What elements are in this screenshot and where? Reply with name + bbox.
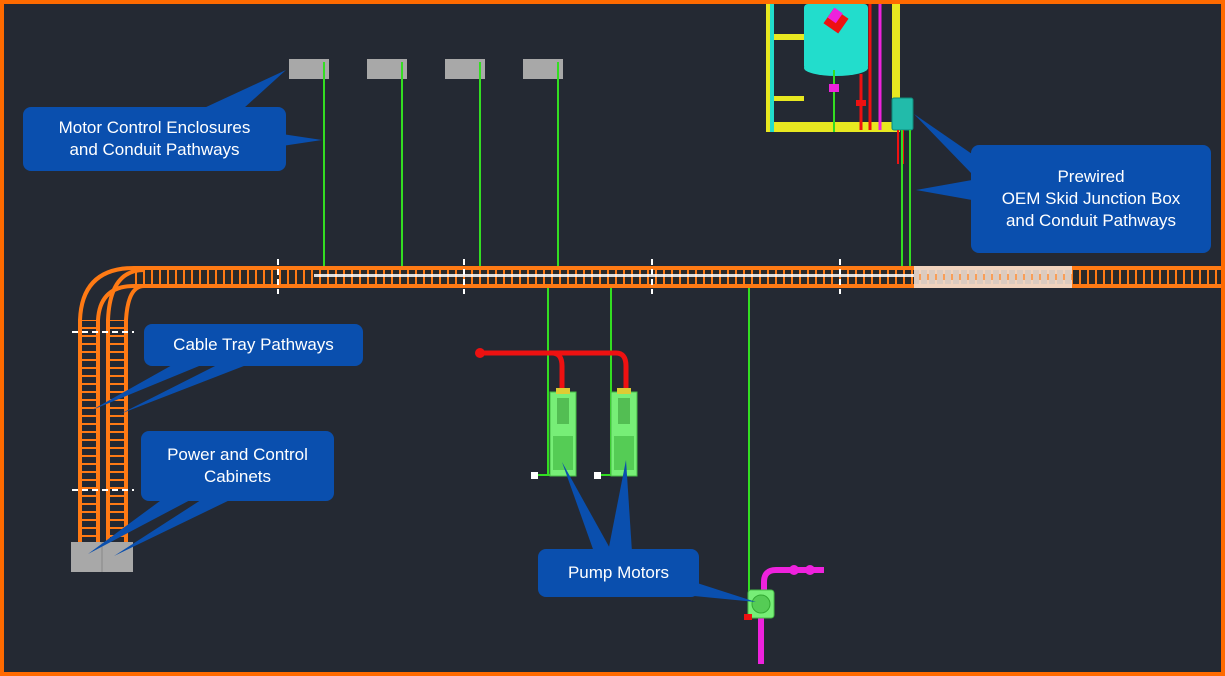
callout-motor-control: Motor Control Enclosures and Conduit Pat… xyxy=(23,107,286,171)
callout-oem-skid: Prewired OEM Skid Junction Box and Condu… xyxy=(971,145,1211,253)
callout-oem-skid-line-1: Prewired xyxy=(1057,167,1125,186)
callout-oem-skid-line-2: OEM Skid Junction Box xyxy=(1001,189,1181,208)
skid-junction-box xyxy=(891,97,914,131)
callout-cable-tray-line-1: Cable Tray Pathways xyxy=(173,335,334,354)
red-piping xyxy=(475,348,629,394)
callout-oem-skid-line-3: and Conduit Pathways xyxy=(1005,211,1177,230)
oem-skid xyxy=(766,4,914,274)
callout-pump-motors-line-1: Pump Motors xyxy=(567,563,670,582)
pump-motor-2 xyxy=(610,388,638,477)
cable-tray-vertical xyxy=(72,266,145,552)
callout-motor-control-line-1: Motor Control Enclosures xyxy=(58,118,251,137)
callout-power-control: Power and Control Cabinets xyxy=(141,431,334,501)
callout-cable-tray: Cable Tray Pathways xyxy=(144,324,363,366)
callout-motor-control-line-2: and Conduit Pathways xyxy=(69,140,240,159)
cable-tray-horizontal xyxy=(134,259,1221,294)
callout-power-control-line-2: Cabinets xyxy=(203,467,272,486)
callout-power-control-line-1: Power and Control xyxy=(167,445,308,464)
callout-pump-motors: Pump Motors xyxy=(538,549,699,597)
pump-motor-1 xyxy=(549,388,577,477)
diagram-canvas: Motor Control Enclosures and Conduit Pat… xyxy=(0,0,1225,676)
pump-motor-3 xyxy=(744,565,824,664)
cabinet-2 xyxy=(102,542,133,572)
motor-control-enclosures xyxy=(289,59,563,268)
cabinet-1 xyxy=(71,542,102,572)
